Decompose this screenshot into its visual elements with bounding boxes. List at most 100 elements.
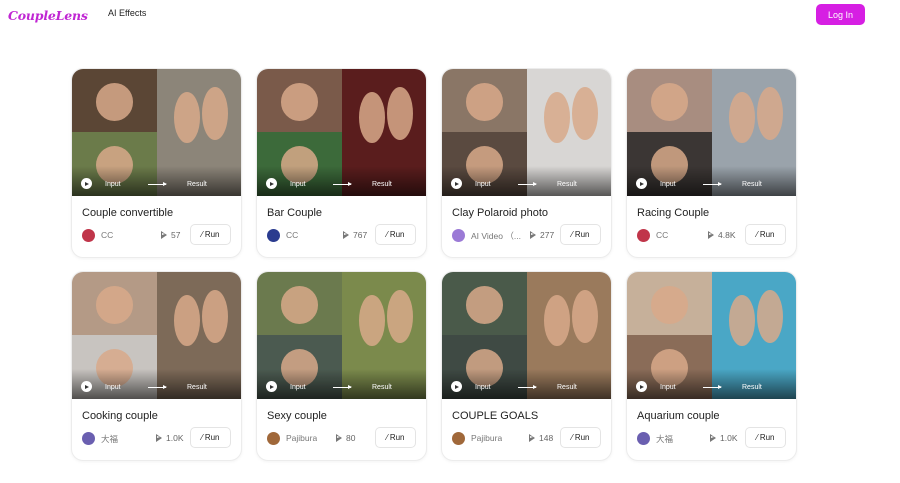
login-button[interactable]: Log In bbox=[816, 4, 865, 25]
play-count: 1.0K bbox=[155, 433, 184, 443]
input-label: Input bbox=[475, 384, 491, 391]
logo[interactable]: CoupleLens bbox=[8, 8, 88, 23]
run-button[interactable]: ⁄ Run bbox=[745, 224, 786, 245]
effect-title[interactable]: Sexy couple bbox=[267, 410, 327, 422]
thumbnail-overlay bbox=[257, 369, 426, 399]
run-button[interactable]: ⁄ Run bbox=[375, 427, 416, 448]
effect-card[interactable]: Input Result Sexy couple Pajibura 80 ⁄ Ru… bbox=[256, 271, 427, 461]
play-icon[interactable] bbox=[81, 381, 92, 392]
arrow-right-icon bbox=[518, 385, 537, 389]
play-count-icon bbox=[342, 231, 350, 239]
thumbnail-overlay bbox=[72, 166, 241, 196]
effect-card[interactable]: Input Result Clay Polaroid photo AI Vide… bbox=[441, 68, 612, 258]
play-icon[interactable] bbox=[451, 381, 462, 392]
play-count: 57 bbox=[160, 230, 180, 240]
effect-title[interactable]: Aquarium couple bbox=[637, 410, 720, 422]
author-name[interactable]: CC bbox=[656, 230, 668, 240]
thumbnail-overlay bbox=[72, 369, 241, 399]
play-icon[interactable] bbox=[266, 381, 277, 392]
effect-title[interactable]: Clay Polaroid photo bbox=[452, 207, 548, 219]
input-photo-1 bbox=[627, 272, 712, 335]
run-button[interactable]: ⁄ Run bbox=[745, 427, 786, 448]
run-button[interactable]: ⁄ Run bbox=[190, 224, 231, 245]
effect-thumbnail[interactable]: Input Result bbox=[257, 272, 426, 399]
nav-ai-effects[interactable]: AI Effects bbox=[108, 8, 146, 18]
play-count-value: 1.0K bbox=[166, 433, 184, 443]
author-name[interactable]: CC bbox=[286, 230, 298, 240]
result-label: Result bbox=[742, 181, 762, 188]
effect-thumbnail[interactable]: Input Result bbox=[72, 69, 241, 196]
author-name[interactable]: AI Video （... bbox=[471, 230, 521, 242]
run-button[interactable]: ⁄ Run bbox=[375, 224, 416, 245]
effect-title[interactable]: COUPLE GOALS bbox=[452, 410, 538, 422]
author-name[interactable]: Pajibura bbox=[286, 433, 317, 443]
input-photo-1 bbox=[627, 69, 712, 132]
effect-title[interactable]: Couple convertible bbox=[82, 207, 173, 219]
effect-thumbnail[interactable]: Input Result bbox=[257, 69, 426, 196]
effect-thumbnail[interactable]: Input Result bbox=[442, 272, 611, 399]
magic-wand-icon: ⁄ bbox=[571, 230, 573, 239]
author-name[interactable]: Pajibura bbox=[471, 433, 502, 443]
effect-title[interactable]: Cooking couple bbox=[82, 410, 158, 422]
play-count: 80 bbox=[335, 433, 355, 443]
run-button[interactable]: ⁄ Run bbox=[560, 224, 601, 245]
run-button[interactable]: ⁄ Run bbox=[190, 427, 231, 448]
author-name[interactable]: 大福 bbox=[656, 433, 673, 445]
effect-title[interactable]: Racing Couple bbox=[637, 207, 709, 219]
effect-card[interactable]: Input Result Aquarium couple 大福 1.0K ⁄ Ru… bbox=[626, 271, 797, 461]
play-count: 148 bbox=[528, 433, 553, 443]
run-label: Run bbox=[389, 433, 405, 442]
run-label: Run bbox=[759, 433, 775, 442]
result-label: Result bbox=[742, 384, 762, 391]
input-label: Input bbox=[290, 181, 306, 188]
arrow-right-icon bbox=[518, 182, 537, 186]
effect-thumbnail[interactable]: Input Result bbox=[442, 69, 611, 196]
run-button[interactable]: ⁄ Run bbox=[560, 427, 601, 448]
play-icon[interactable] bbox=[636, 178, 647, 189]
input-label: Input bbox=[475, 181, 491, 188]
play-count-icon bbox=[709, 434, 717, 442]
play-icon[interactable] bbox=[81, 178, 92, 189]
effect-card[interactable]: Input Result COUPLE GOALS Pajibura 148 ⁄… bbox=[441, 271, 612, 461]
thumbnail-overlay bbox=[627, 369, 796, 399]
author-name[interactable]: CC bbox=[101, 230, 113, 240]
effect-card[interactable]: Input Result Bar Couple CC 767 ⁄ Run bbox=[256, 68, 427, 258]
result-label: Result bbox=[557, 181, 577, 188]
thumbnail-overlay bbox=[627, 166, 796, 196]
play-count: 767 bbox=[342, 230, 367, 240]
play-icon[interactable] bbox=[266, 178, 277, 189]
input-label: Input bbox=[105, 384, 121, 391]
input-photo-1 bbox=[442, 272, 527, 335]
author-avatar bbox=[267, 229, 280, 242]
thumbnail-overlay bbox=[442, 369, 611, 399]
play-icon[interactable] bbox=[636, 381, 647, 392]
author-avatar bbox=[452, 432, 465, 445]
play-count-value: 767 bbox=[353, 230, 368, 240]
effect-thumbnail[interactable]: Input Result bbox=[627, 69, 796, 196]
result-label: Result bbox=[372, 181, 392, 188]
play-count-value: 80 bbox=[346, 433, 356, 443]
play-count-icon bbox=[160, 231, 168, 239]
author-avatar bbox=[637, 432, 650, 445]
play-count-value: 277 bbox=[540, 230, 555, 240]
run-label: Run bbox=[759, 230, 775, 239]
input-label: Input bbox=[290, 384, 306, 391]
run-label: Run bbox=[574, 433, 590, 442]
magic-wand-icon: ⁄ bbox=[201, 433, 203, 442]
play-count-value: 1.0K bbox=[720, 433, 738, 443]
author-name[interactable]: 大福 bbox=[101, 433, 118, 445]
effect-thumbnail[interactable]: Input Result bbox=[72, 272, 241, 399]
effect-card[interactable]: Input Result Couple convertible CC 57 ⁄ R… bbox=[71, 68, 242, 258]
author-avatar bbox=[637, 229, 650, 242]
effect-card[interactable]: Input Result Racing Couple CC 4.8K ⁄ Run bbox=[626, 68, 797, 258]
magic-wand-icon: ⁄ bbox=[386, 230, 388, 239]
run-label: Run bbox=[574, 230, 590, 239]
play-icon[interactable] bbox=[451, 178, 462, 189]
effect-thumbnail[interactable]: Input Result bbox=[627, 272, 796, 399]
arrow-right-icon bbox=[703, 182, 722, 186]
arrow-right-icon bbox=[333, 182, 352, 186]
effect-card[interactable]: Input Result Cooking couple 大福 1.0K ⁄ Run bbox=[71, 271, 242, 461]
effect-title[interactable]: Bar Couple bbox=[267, 207, 322, 219]
author-avatar bbox=[82, 229, 95, 242]
input-photo-1 bbox=[72, 272, 157, 335]
